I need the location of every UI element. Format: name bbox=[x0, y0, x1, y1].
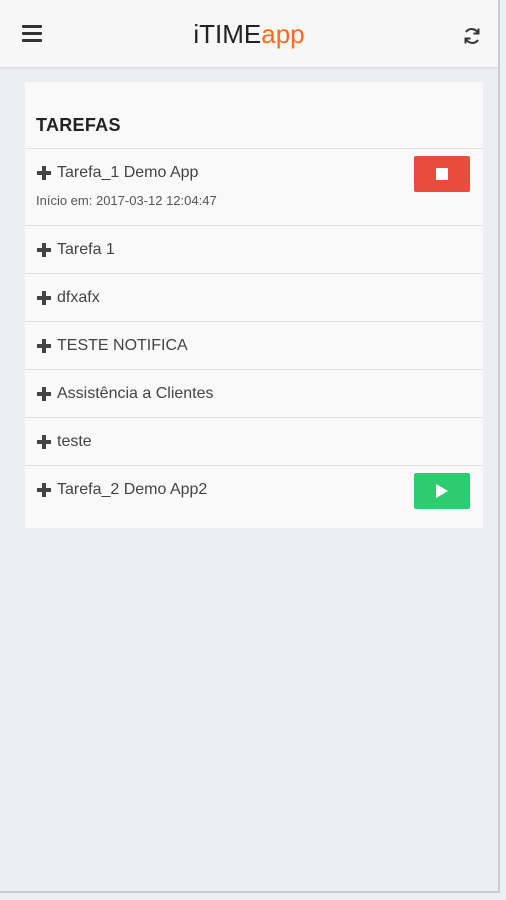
plus-icon bbox=[37, 435, 51, 449]
plus-icon bbox=[37, 166, 51, 180]
task-row-dfxafx[interactable]: dfxafx bbox=[25, 274, 483, 322]
task-label: Tarefa_2 Demo App2 bbox=[57, 481, 208, 498]
task-start-time: Início em: 2017-03-12 12:04:47 bbox=[36, 193, 217, 208]
plus-icon bbox=[37, 243, 51, 257]
task-label: dfxafx bbox=[57, 289, 100, 306]
brand-name-part1: iTIME bbox=[193, 19, 262, 49]
tasks-card: TAREFAS Tarefa_1 Demo App Início em: 201… bbox=[25, 82, 483, 528]
play-button[interactable] bbox=[414, 473, 470, 509]
stop-button[interactable] bbox=[414, 156, 470, 192]
task-label: TESTE NOTIFICA bbox=[57, 337, 188, 354]
task-row-tarefa-1-demo-app[interactable]: Tarefa_1 Demo App Início em: 2017-03-12 … bbox=[25, 149, 483, 226]
task-row-tarefa-1[interactable]: Tarefa 1 bbox=[25, 226, 483, 274]
task-label: teste bbox=[57, 433, 92, 450]
plus-icon bbox=[37, 291, 51, 305]
plus-icon bbox=[37, 339, 51, 353]
task-row-tarefa-2-demo-app2[interactable]: Tarefa_2 Demo App2 bbox=[25, 466, 483, 526]
plus-icon bbox=[37, 483, 51, 497]
task-label: Tarefa_1 Demo App bbox=[57, 164, 199, 181]
app-logo: iTIMEapp bbox=[0, 18, 498, 50]
brand-name-part2: app bbox=[261, 19, 305, 49]
top-bar: iTIMEapp bbox=[0, 0, 498, 68]
task-label: Assistência a Clientes bbox=[57, 385, 214, 402]
stop-icon bbox=[436, 168, 448, 180]
tasks-title: TAREFAS bbox=[25, 82, 483, 149]
app-screen: iTIMEapp TAREFAS Tarefa_1 Demo App Iníci… bbox=[0, 0, 500, 893]
task-row-assistencia-a-clientes[interactable]: Assistência a Clientes bbox=[25, 370, 483, 418]
plus-icon bbox=[37, 387, 51, 401]
refresh-icon[interactable] bbox=[460, 24, 484, 48]
task-row-teste[interactable]: teste bbox=[25, 418, 483, 466]
task-label: Tarefa 1 bbox=[57, 241, 115, 258]
task-row-teste-notifica[interactable]: TESTE NOTIFICA bbox=[25, 322, 483, 370]
play-icon bbox=[436, 484, 448, 498]
